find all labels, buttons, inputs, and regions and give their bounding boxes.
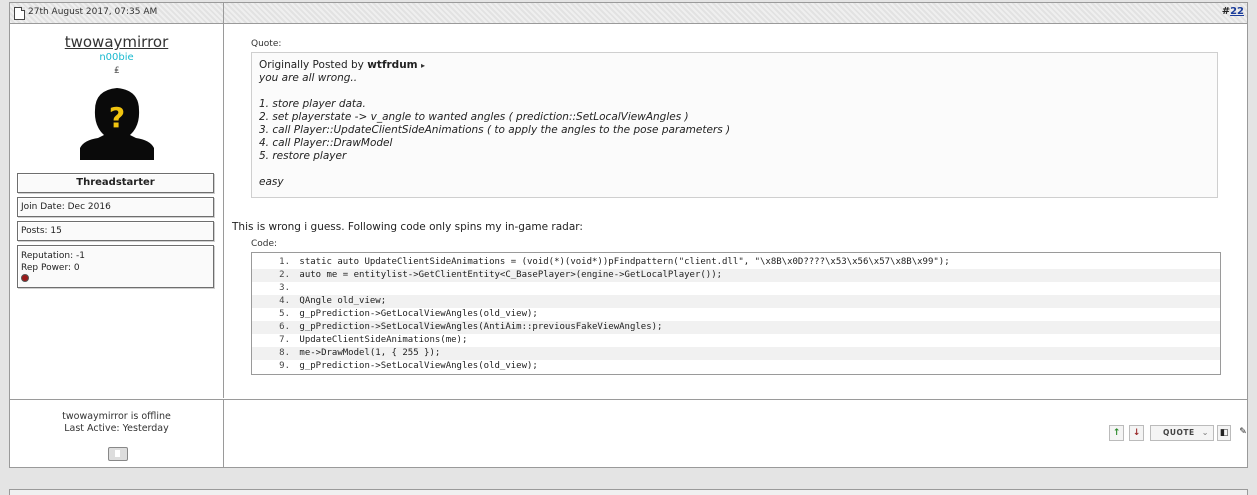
document-icon [14,7,25,20]
code-line: 3. [252,282,1220,295]
username-link[interactable]: twowaymirror [10,33,223,51]
code-line-number: 2. [279,270,290,280]
post-number-prefix: # [1221,6,1231,17]
post-number[interactable]: #22 [1222,6,1244,17]
quote-header: Originally Posted by wtfrdum ▸ [259,59,1210,72]
post-header: 27th August 2017, 07:35 AM #22 [10,3,1247,24]
code-line: 6. g_pPrediction->SetLocalViewAngles(Ant… [252,321,1220,334]
post-actions: ↑ ↓ QUOTE ⌄ ◧ ✎ [224,399,1247,468]
quote-text: you are all wrong.. 1. store player data… [259,72,731,188]
svg-text:?: ? [109,101,125,134]
forum-post: 27th August 2017, 07:35 AM #22 twowaymir… [9,2,1248,468]
code-line-number: 3. [279,283,290,293]
code-line-number: 9. [279,361,290,371]
code-line: 4. QAngle old_view; [252,295,1220,308]
quote-button[interactable]: QUOTE ⌄ [1150,425,1214,441]
avatar[interactable]: ? [80,82,154,160]
code-block: 1. static auto UpdateClientSideAnimation… [251,252,1221,375]
quote-prefix: Originally Posted by [259,59,364,71]
code-label: Code: [251,239,278,249]
code-line: 9. g_pPrediction->SetLocalViewAngles(old… [252,360,1220,373]
code-line-number: 7. [279,335,290,345]
quote-label: Quote: [251,39,282,49]
reputation: Reputation: -1 [21,251,85,261]
report-post-icon[interactable]: ✎ [1236,425,1250,441]
code-line-text: g_pPrediction->GetLocalViewAngles(old_vi… [294,309,538,319]
code-line-number: 5. [279,309,290,319]
code-line-text: QAngle old_view; [294,296,387,306]
code-line-text: UpdateClientSideAnimations(me); [294,335,468,345]
code-line: 8. me->DrawModel(1, { 255 }); [252,347,1220,360]
send-pm-icon[interactable] [108,447,128,461]
rep-up-button[interactable]: ↑ [1109,425,1124,441]
offline-status: twowaymirror is offline [62,411,171,422]
rep-down-button[interactable]: ↓ [1129,425,1144,441]
post-count: Posts: 15 [17,221,214,241]
view-post-icon[interactable]: ▸ [421,59,427,72]
header-divider [223,3,224,23]
chevron-down-icon: ⌄ [1201,428,1209,437]
quote-button-label: QUOTE [1163,428,1195,437]
post-body: This is wrong i guess. Following code on… [232,221,583,233]
next-post-header [9,489,1248,495]
quote-author: wtfrdum [367,59,418,71]
rep-power: Rep Power: 0 [21,263,80,273]
code-line: 2. auto me = entitylist->GetClientEntity… [252,269,1220,282]
code-line: 1. static auto UpdateClientSideAnimation… [252,256,1220,269]
post-content: Quote: Originally Posted by wtfrdum ▸ yo… [224,24,1247,398]
online-status: twowaymirror is offline Last Active: Yes… [10,411,223,435]
last-active: Last Active: Yesterday [64,423,169,434]
code-line-text: g_pPrediction->SetLocalViewAngles(old_vi… [294,361,538,371]
code-line-text: me->DrawModel(1, { 255 }); [294,348,441,358]
user-info-panel: twowaymirror n00bie ₤ ? Threadstarter Jo… [10,24,224,398]
code-line: 5. g_pPrediction->GetLocalViewAngles(old… [252,308,1220,321]
user-marker-icon: ₤ [114,66,120,76]
user-title: n00bie [99,52,134,63]
user-status-footer: twowaymirror is offline Last Active: Yes… [10,399,224,468]
reputation-dot-icon [21,274,29,282]
code-line-text: auto me = entitylist->GetClientEntity<C_… [294,270,723,280]
code-line-text: static auto UpdateClientSideAnimations =… [294,257,950,267]
code-line-number: 4. [279,296,290,306]
join-date: Join Date: Dec 2016 [17,197,214,217]
threadstarter-badge: Threadstarter [17,173,214,193]
post-date: 27th August 2017, 07:35 AM [28,7,158,17]
code-line-number: 6. [279,322,290,332]
code-line-text: g_pPrediction->SetLocalViewAngles(AntiAi… [294,322,663,332]
post-number-link[interactable]: 22 [1230,6,1244,17]
code-line-number: 8. [279,348,290,358]
quote-block: Originally Posted by wtfrdum ▸ you are a… [251,52,1218,198]
multiquote-button[interactable]: ◧ [1217,425,1231,441]
reputation-box: Reputation: -1 Rep Power: 0 [17,245,214,288]
code-line: 7. UpdateClientSideAnimations(me); [252,334,1220,347]
code-line-number: 1. [279,257,290,267]
